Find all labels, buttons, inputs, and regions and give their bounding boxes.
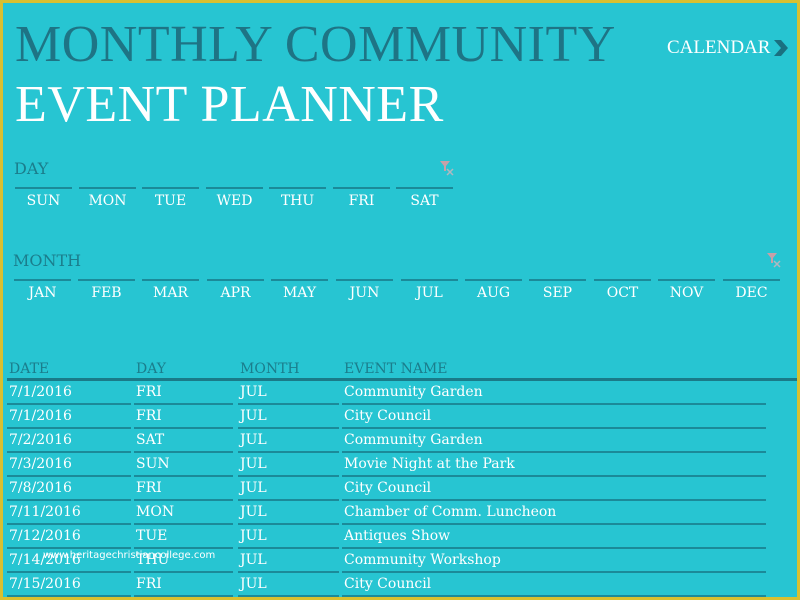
events-table: DATE DAY MONTH EVENT NAME 7/1/2016 FRI JUL… — [7, 359, 797, 597]
event-name-cell[interactable]: Community Garden — [342, 381, 766, 405]
watermark: www.heritagechristiancollege.com — [43, 550, 216, 561]
month-slicer-item[interactable]: AUG — [465, 279, 522, 305]
date-cell[interactable]: 7/12/2016 — [7, 525, 131, 549]
month-cell[interactable]: JUL — [238, 525, 339, 549]
date-cell[interactable]: 7/3/2016 — [7, 453, 131, 477]
month-slicer-item[interactable]: JUN — [336, 279, 393, 305]
table-header-row: DATE DAY MONTH EVENT NAME — [7, 359, 797, 381]
date-cell[interactable]: 7/11/2016 — [7, 501, 131, 525]
month-cell[interactable]: JUL — [238, 573, 339, 597]
month-slicer-item[interactable]: APR — [207, 279, 264, 305]
table-row[interactable]: 7/1/2016 FRI JUL City Council — [7, 405, 797, 429]
title-line-1: MONTHLY COMMUNITY — [15, 16, 616, 73]
day-slicer-item[interactable]: SAT — [396, 187, 453, 213]
event-name-cell[interactable]: Movie Night at the Park — [342, 453, 766, 477]
day-cell[interactable]: FRI — [134, 381, 233, 405]
date-cell[interactable]: 7/8/2016 — [7, 477, 131, 501]
month-cell[interactable]: JUL — [238, 381, 339, 405]
month-cell[interactable]: JUL — [238, 501, 339, 525]
month-cell[interactable]: JUL — [238, 477, 339, 501]
table-body: 7/1/2016 FRI JUL Community Garden 7/1/2016 FR… — [7, 381, 797, 597]
month-slicer-item[interactable]: SEP — [529, 279, 586, 305]
date-cell[interactable]: 7/2/2016 — [7, 429, 131, 453]
day-cell[interactable]: FRI — [134, 405, 233, 429]
month-slicer-item[interactable]: JAN — [14, 279, 71, 305]
date-cell[interactable]: 7/1/2016 — [7, 381, 131, 405]
event-name-cell[interactable]: Antiques Show — [342, 525, 766, 549]
calendar-link[interactable]: CALENDAR — [667, 37, 789, 59]
table-row[interactable]: 7/1/2016 FRI JUL Community Garden — [7, 381, 797, 405]
day-slicer-item[interactable]: FRI — [333, 187, 390, 213]
day-cell[interactable]: SAT — [134, 429, 233, 453]
month-slicer-item[interactable]: JUL — [401, 279, 458, 305]
month-slicer-item[interactable]: MAY — [271, 279, 328, 305]
table-row[interactable]: 7/2/2016 SAT JUL Community Garden — [7, 429, 797, 453]
day-slicer-item[interactable]: TUE — [142, 187, 199, 213]
day-cell[interactable]: SUN — [134, 453, 233, 477]
month-slicer-item[interactable]: FEB — [78, 279, 135, 305]
date-cell[interactable]: 7/15/2016 — [7, 573, 131, 597]
day-slicer-item[interactable]: WED — [206, 187, 263, 213]
day-cell[interactable]: MON — [134, 501, 233, 525]
day-cell[interactable]: FRI — [134, 477, 233, 501]
table-row[interactable]: 7/8/2016 FRI JUL City Council — [7, 477, 797, 501]
day-slicer-item[interactable]: MON — [79, 187, 136, 213]
clear-filter-icon[interactable] — [438, 159, 456, 177]
event-name-cell[interactable]: City Council — [342, 573, 766, 597]
day-slicer-item[interactable]: SUN — [15, 187, 72, 213]
month-cell[interactable]: JUL — [238, 549, 339, 573]
month-slicer-item[interactable]: OCT — [594, 279, 651, 305]
clear-filter-icon[interactable] — [765, 251, 783, 269]
month-cell[interactable]: JUL — [238, 429, 339, 453]
date-cell[interactable]: 7/1/2016 — [7, 405, 131, 429]
month-cell[interactable]: JUL — [238, 453, 339, 477]
table-row[interactable]: 7/15/2016 FRI JUL City Council — [7, 573, 797, 597]
month-slicer-item[interactable]: MAR — [142, 279, 199, 305]
calendar-link-label: CALENDAR — [667, 37, 771, 58]
day-slicer-item[interactable]: THU — [269, 187, 326, 213]
column-header-event-name[interactable]: EVENT NAME — [344, 361, 768, 377]
column-header-month[interactable]: MONTH — [240, 361, 341, 377]
day-slicer-label: DAY — [14, 159, 49, 178]
column-header-date[interactable]: DATE — [9, 361, 133, 377]
event-name-cell[interactable]: Community Garden — [342, 429, 766, 453]
month-slicer-label: MONTH — [13, 251, 82, 270]
planner-sheet: MONTHLY COMMUNITY EVENT PLANNER CALENDAR… — [3, 3, 797, 597]
event-name-cell[interactable]: Chamber of Comm. Luncheon — [342, 501, 766, 525]
title-line-2: EVENT PLANNER — [15, 76, 444, 133]
table-row[interactable]: 7/12/2016 TUE JUL Antiques Show — [7, 525, 797, 549]
event-name-cell[interactable]: City Council — [342, 405, 766, 429]
day-cell[interactable]: TUE — [134, 525, 233, 549]
column-header-day[interactable]: DAY — [136, 361, 235, 377]
month-cell[interactable]: JUL — [238, 405, 339, 429]
chevron-right-icon — [774, 40, 789, 56]
month-slicer-item[interactable]: NOV — [658, 279, 715, 305]
event-name-cell[interactable]: Community Workshop — [342, 549, 766, 573]
day-cell[interactable]: FRI — [134, 573, 233, 597]
table-row[interactable]: 7/3/2016 SUN JUL Movie Night at the Park — [7, 453, 797, 477]
event-name-cell[interactable]: City Council — [342, 477, 766, 501]
table-row[interactable]: 7/11/2016 MON JUL Chamber of Comm. Luncheon — [7, 501, 797, 525]
month-slicer-item[interactable]: DEC — [723, 279, 780, 305]
